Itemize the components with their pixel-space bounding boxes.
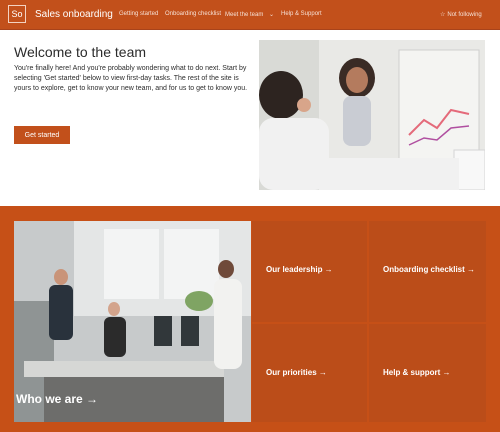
follow-button[interactable]: ☆ Not following — [440, 11, 482, 19]
follow-label: Not following — [447, 11, 482, 18]
team-meeting-photo — [259, 40, 485, 190]
tile-onboarding-checklist[interactable]: Onboarding checklist → — [369, 221, 486, 322]
tile-help-support-label: Help & support → — [383, 368, 451, 377]
nav-meet-the-team[interactable]: Meet the team ⌄ — [225, 11, 274, 18]
tile-our-leadership[interactable]: Our leadership → — [252, 221, 367, 322]
tile-our-leadership-label: Our leadership → — [266, 265, 333, 274]
hero-body: You're finally here! And you're probably… — [14, 65, 248, 92]
tile-onboarding-checklist-label: Onboarding checklist → — [383, 265, 476, 274]
get-started-button[interactable]: Get started — [14, 126, 70, 144]
tile-our-priorities[interactable]: Our priorities → — [252, 324, 367, 422]
site-title[interactable]: Sales onboarding — [35, 9, 113, 20]
nav-meet-the-team-label: Meet the team — [225, 12, 264, 18]
site-logo[interactable]: So — [8, 5, 26, 23]
who-we-are-link[interactable]: Who we are → — [16, 392, 98, 406]
site-header: So Sales onboarding Getting started Onbo… — [0, 0, 500, 30]
nav-help-support[interactable]: Help & Support — [281, 11, 322, 17]
star-icon: ☆ — [440, 12, 446, 18]
chevron-down-icon: ⌄ — [269, 12, 275, 18]
hero-section: Welcome to the team You're finally here!… — [0, 30, 500, 206]
hero-title: Welcome to the team — [14, 44, 147, 60]
tile-our-priorities-label: Our priorities → — [266, 368, 327, 377]
tile-help-support[interactable]: Help & support → — [369, 324, 486, 422]
nav-getting-started[interactable]: Getting started — [119, 11, 158, 17]
quick-links-section: Who we are → Our leadership → Onboarding… — [0, 207, 500, 432]
nav-onboarding-checklist[interactable]: Onboarding checklist — [165, 11, 221, 17]
